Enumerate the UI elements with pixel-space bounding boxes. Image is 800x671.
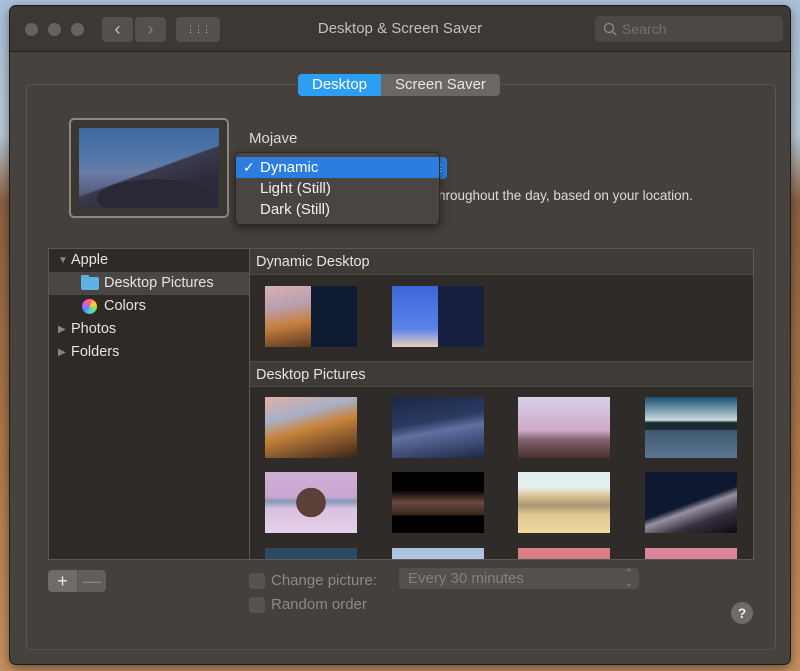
random-order-option[interactable]: Random order (249, 596, 367, 613)
sidebar-item-photos[interactable]: ▶ Photos (49, 318, 249, 341)
sidebar-item-label: Desktop Pictures (104, 275, 214, 291)
menu-item-label: Dark (Still) (260, 201, 330, 218)
wallpaper-browser: Dynamic Desktop Desktop Pictures (249, 248, 754, 560)
wallpaper-thumb-mojave-dynamic[interactable] (265, 286, 357, 347)
disclosure-triangle-right-icon[interactable]: ▶ (58, 341, 68, 364)
wallpaper-thumb[interactable] (265, 548, 357, 559)
wallpaper-description: hroughout the day, based on your locatio… (438, 188, 693, 203)
wallpaper-preview-image (79, 128, 219, 208)
disclosure-triangle-down-icon[interactable]: ▼ (58, 249, 68, 272)
wallpaper-thumb[interactable] (392, 548, 484, 559)
wallpaper-thumb[interactable] (265, 472, 357, 533)
change-picture-option[interactable]: Change picture: (249, 572, 377, 589)
remove-folder-button[interactable]: — (77, 570, 106, 592)
menu-item-light-still[interactable]: Light (Still) (236, 178, 439, 199)
search-icon (603, 22, 617, 36)
change-interval-value: Every 30 minutes (408, 570, 524, 587)
desktop-pictures-row (250, 463, 753, 539)
menu-item-dynamic[interactable]: ✓ Dynamic (236, 157, 439, 178)
wallpaper-thumb[interactable] (645, 397, 737, 458)
section-header-dynamic-desktop: Dynamic Desktop (250, 249, 753, 275)
random-order-label: Random order (271, 596, 367, 613)
mode-dropdown-menu: ✓ Dynamic Light (Still) Dark (Still) (235, 152, 440, 225)
color-wheel-icon (82, 299, 97, 314)
wallpaper-thumb[interactable] (392, 397, 484, 458)
menu-item-dark-still[interactable]: Dark (Still) (236, 199, 439, 220)
titlebar: ‹ › ⋮⋮⋮ Desktop & Screen Saver (10, 6, 790, 52)
wallpaper-name: Mojave (249, 130, 298, 147)
dynamic-desktop-row (250, 275, 753, 361)
sidebar-item-label: Apple (71, 252, 109, 268)
wallpaper-thumb[interactable] (518, 548, 610, 559)
tab-desktop[interactable]: Desktop (298, 74, 382, 96)
sidebar-item-label: Photos (71, 321, 117, 337)
wallpaper-thumb[interactable] (645, 548, 737, 559)
change-interval-popup[interactable]: Every 30 minutes ⌃ ⌄ (399, 568, 639, 589)
menu-item-label: Light (Still) (260, 180, 331, 197)
sidebar-item-folders[interactable]: ▶ Folders (49, 341, 249, 364)
updown-chevrons-icon: ⌃ ⌄ (624, 568, 633, 589)
random-order-checkbox[interactable] (249, 596, 265, 613)
sidebar-edit-buttons: + — (48, 570, 106, 592)
add-folder-button[interactable]: + (48, 570, 77, 592)
wallpaper-thumb[interactable] (265, 397, 357, 458)
question-mark-icon: ? (737, 605, 747, 621)
checkmark-icon: ✓ (243, 159, 255, 175)
sidebar-item-label: Colors (104, 298, 146, 314)
wallpaper-thumb[interactable] (645, 472, 737, 533)
sidebar-item-desktop-pictures[interactable]: Desktop Pictures (49, 272, 249, 295)
wallpaper-thumb-solar-gradients[interactable] (392, 286, 484, 347)
disclosure-triangle-right-icon[interactable]: ▶ (58, 318, 68, 341)
sidebar-item-label: Folders (71, 344, 120, 360)
desktop-pictures-row (250, 539, 753, 559)
source-sidebar: ▼ Apple Desktop Pictures Colors ▶ Photos… (48, 248, 250, 560)
search-field[interactable] (595, 16, 783, 42)
current-wallpaper-preview (69, 118, 229, 218)
change-picture-checkbox[interactable] (249, 572, 265, 589)
menu-item-label: Dynamic (260, 159, 319, 176)
wallpaper-thumb[interactable] (392, 472, 484, 533)
preferences-window: ‹ › ⋮⋮⋮ Desktop & Screen Saver Desktop S… (10, 6, 790, 664)
change-picture-label: Change picture: (271, 572, 377, 589)
desktop-pictures-row (250, 387, 753, 463)
section-header-desktop-pictures: Desktop Pictures (250, 361, 753, 387)
sidebar-item-colors[interactable]: Colors (49, 295, 249, 318)
folder-icon (81, 275, 99, 290)
tab-screen-saver[interactable]: Screen Saver (381, 74, 500, 96)
sidebar-item-apple[interactable]: ▼ Apple (49, 249, 249, 272)
search-input[interactable] (622, 21, 772, 37)
tab-bar: Desktop Screen Saver (298, 74, 500, 96)
wallpaper-thumb[interactable] (518, 472, 610, 533)
wallpaper-thumb[interactable] (518, 397, 610, 458)
help-button[interactable]: ? (731, 602, 753, 624)
